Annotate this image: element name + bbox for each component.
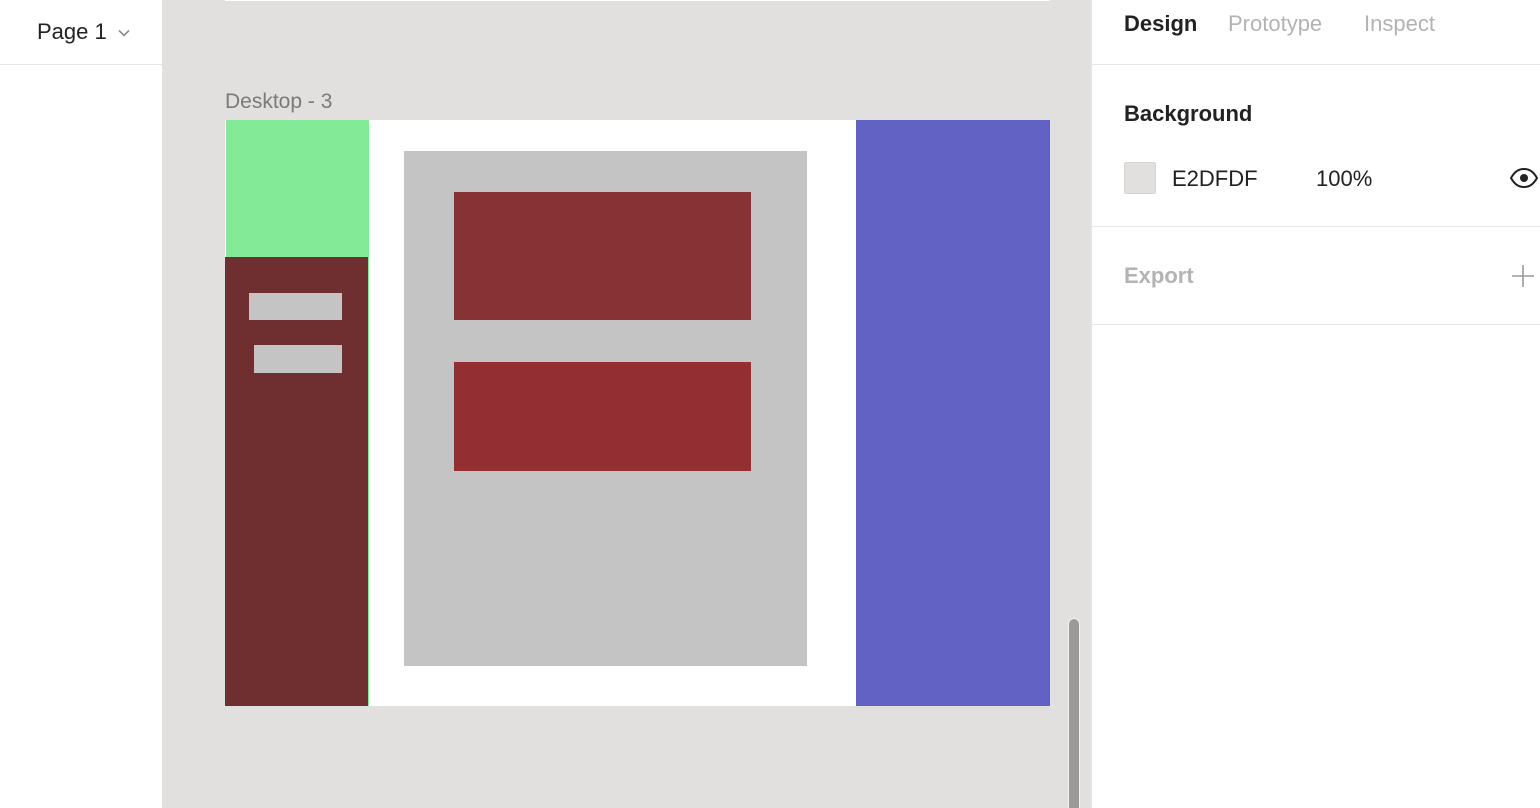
background-hex-input[interactable]: E2DFDF (1172, 166, 1258, 192)
red-block-1[interactable] (454, 192, 751, 320)
export-section: Export (1092, 228, 1540, 325)
green-block[interactable] (226, 120, 368, 257)
left-panel: Page 1 (0, 0, 162, 808)
purple-block[interactable] (856, 120, 1050, 706)
export-title: Export (1124, 263, 1194, 288)
sidebar-bar-1[interactable] (249, 293, 342, 320)
background-color-swatch[interactable] (1124, 162, 1156, 194)
page-selector[interactable]: Page 1 (0, 0, 162, 65)
background-section: Background E2DFDF 100% (1092, 66, 1540, 227)
eye-icon[interactable] (1509, 166, 1539, 190)
properties-panel: Design Prototype Inspect Background E2DF… (1092, 0, 1540, 808)
chevron-down-icon (117, 26, 131, 40)
background-title: Background (1124, 101, 1253, 126)
sidebar-block[interactable] (225, 257, 368, 706)
tab-prototype[interactable]: Prototype (1228, 11, 1322, 37)
canvas[interactable]: Desktop - 3 (162, 0, 1092, 808)
tab-inspect[interactable]: Inspect (1364, 11, 1435, 37)
background-opacity-input[interactable]: 100% (1316, 166, 1372, 192)
frame-title[interactable]: Desktop - 3 (225, 90, 332, 114)
frame-desktop-3[interactable] (225, 120, 1050, 706)
page-selector-label: Page 1 (37, 19, 107, 44)
sidebar-bar-2[interactable] (254, 345, 342, 373)
plus-icon[interactable] (1511, 264, 1535, 288)
sidebar-divider (368, 120, 369, 706)
frame-above[interactable] (225, 0, 1050, 1)
red-block-2[interactable] (454, 362, 751, 471)
tab-design[interactable]: Design (1124, 11, 1197, 37)
panel-tabs: Design Prototype Inspect (1092, 0, 1540, 65)
vertical-scrollbar[interactable] (1068, 618, 1080, 808)
